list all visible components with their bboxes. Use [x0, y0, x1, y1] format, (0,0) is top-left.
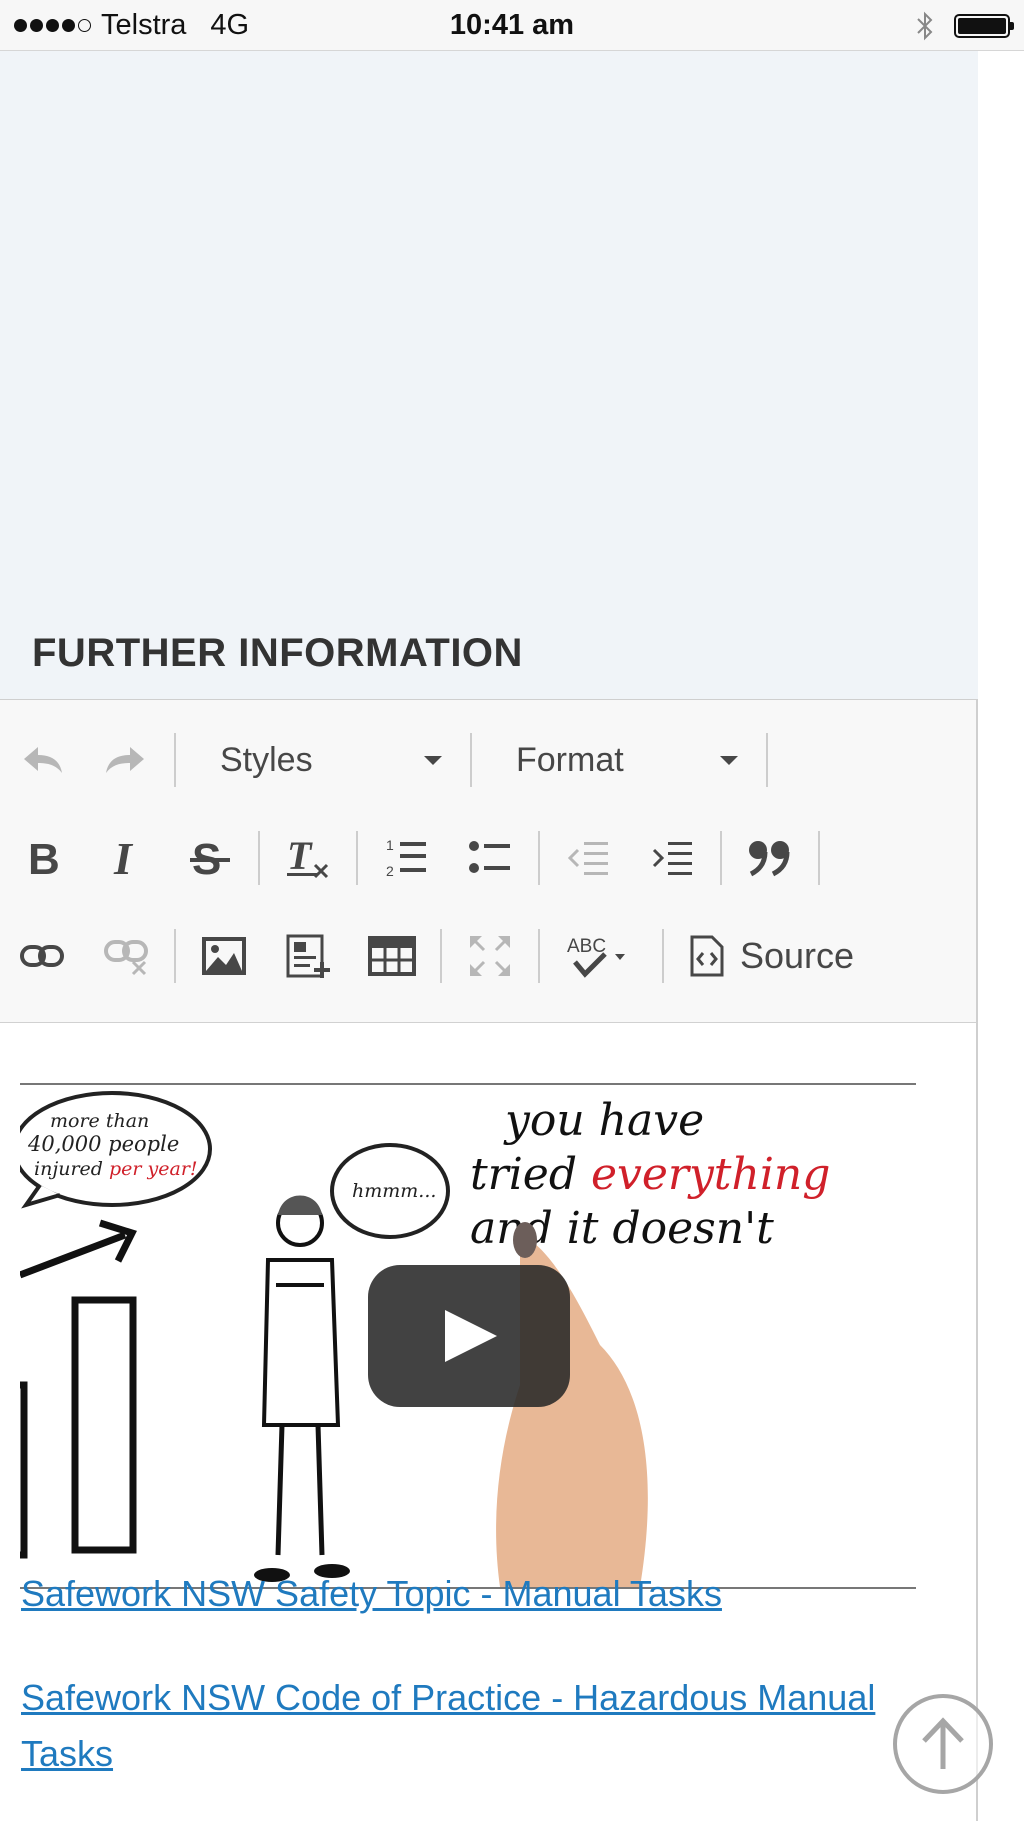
play-button[interactable] [368, 1265, 570, 1407]
undo-button[interactable] [0, 718, 84, 802]
toolbar-separator [356, 831, 358, 885]
toolbar-separator [720, 831, 722, 885]
bulleted-list-icon [469, 841, 510, 873]
remove-format-icon: T [287, 835, 329, 879]
chevron-down-icon [720, 755, 738, 765]
toolbar-separator [766, 733, 768, 787]
maximize-button[interactable] [448, 914, 532, 998]
bubble-text-line-2: 40,000 people [27, 1132, 179, 1156]
source-button[interactable]: Source [670, 914, 874, 998]
editor-toolbar: Styles Format B I S T [0, 700, 976, 1023]
bubble-text-hmm: hmmm... [352, 1180, 436, 1202]
source-label: Source [740, 935, 855, 976]
strikethrough-button[interactable]: S [168, 816, 252, 900]
status-bar: Telstra 4G 10:41 am [0, 0, 1024, 51]
source-icon [690, 935, 724, 977]
chevron-down-icon [424, 755, 442, 765]
bulleted-list-button[interactable] [448, 816, 532, 900]
quote-icon [749, 841, 790, 877]
scroll-to-top-button[interactable] [893, 1694, 993, 1794]
decrease-indent-icon [567, 842, 608, 875]
unlink-icon [104, 940, 148, 976]
redo-button[interactable] [84, 718, 168, 802]
redo-icon [106, 747, 144, 773]
bubble-text-line-1: more than [50, 1110, 149, 1132]
rich-text-editor[interactable]: Styles Format B I S T [0, 699, 978, 1821]
strikethrough-icon: S [190, 836, 230, 880]
increase-indent-icon [652, 842, 692, 875]
toolbar-separator [174, 733, 176, 787]
format-dropdown[interactable]: Format [478, 718, 760, 802]
styles-label: Styles [220, 740, 313, 779]
maximize-icon [470, 936, 510, 976]
toolbar-separator [538, 929, 540, 983]
spellcheck-icon: ABC [567, 936, 625, 978]
blockquote-button[interactable] [728, 816, 812, 900]
info-panel: FURTHER INFORMATION [0, 51, 978, 699]
italic-button[interactable]: I [84, 816, 168, 900]
svg-text:I: I [113, 836, 134, 880]
arrow-up-icon [922, 1717, 964, 1769]
toolbar-separator [258, 831, 260, 885]
bold-button[interactable]: B [0, 816, 84, 900]
toolbar-row-2: B I S T 12 [0, 809, 826, 907]
svg-text:2: 2 [386, 863, 394, 879]
section-heading: FURTHER INFORMATION [32, 631, 523, 675]
numbered-list-icon: 12 [386, 837, 426, 879]
link-icon [20, 945, 64, 967]
unlink-button[interactable] [84, 914, 168, 998]
undo-icon [24, 747, 62, 773]
remove-format-button[interactable]: T [266, 816, 350, 900]
table-button[interactable] [350, 914, 434, 998]
link-safety-topic-manual-tasks[interactable]: Safework NSW Safety Topic - Manual Tasks [21, 1573, 722, 1615]
numbered-list-button[interactable]: 12 [364, 816, 448, 900]
italic-icon: I [113, 836, 134, 880]
toolbar-separator [470, 733, 472, 787]
toolbar-row-3: ABC Source [0, 907, 874, 1005]
bluetooth-icon [917, 11, 933, 41]
spellcheck-button[interactable]: ABC [546, 914, 656, 998]
link-button[interactable] [0, 914, 84, 998]
toolbar-separator [174, 929, 176, 983]
image-button[interactable] [182, 914, 266, 998]
play-icon [445, 1310, 497, 1362]
increase-indent-button[interactable] [630, 816, 714, 900]
table-icon [368, 936, 416, 976]
svg-text:ABC: ABC [567, 936, 606, 957]
svg-text:1: 1 [386, 837, 394, 853]
svg-text:T: T [287, 835, 313, 878]
clock: 10:41 am [449, 9, 575, 41]
toolbar-separator [818, 831, 820, 885]
embed-icon [286, 934, 330, 978]
embedded-video[interactable]: more than 40,000 people injured per year… [20, 1083, 916, 1589]
bubble-text-line-3: injured per year! [34, 1158, 198, 1180]
styles-dropdown[interactable]: Styles [182, 718, 464, 802]
toolbar-separator [440, 929, 442, 983]
toolbar-row-1: Styles Format [0, 711, 774, 809]
handwriting-line-2: tried everything [470, 1149, 830, 1200]
bold-icon: B [28, 836, 60, 880]
format-label: Format [516, 740, 624, 779]
handwriting-line-1: you have [503, 1095, 704, 1146]
embed-media-button[interactable] [266, 914, 350, 998]
image-icon [202, 937, 246, 975]
battery-icon [954, 14, 1014, 38]
toolbar-separator [662, 929, 664, 983]
toolbar-separator [538, 831, 540, 885]
decrease-indent-button[interactable] [546, 816, 630, 900]
link-code-of-practice[interactable]: Safework NSW Code of Practice - Hazardou… [21, 1670, 901, 1782]
svg-text:B: B [28, 836, 60, 880]
